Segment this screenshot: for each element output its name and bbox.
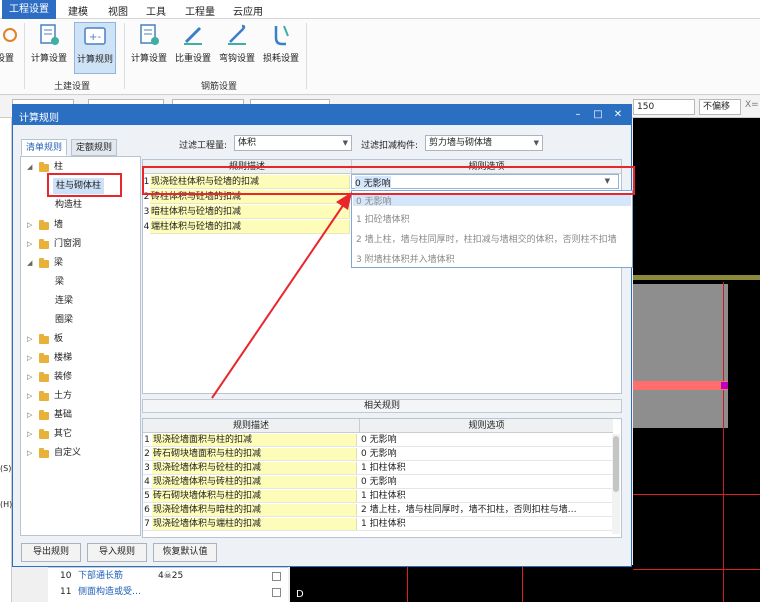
annotation-arrow [211, 192, 352, 399]
